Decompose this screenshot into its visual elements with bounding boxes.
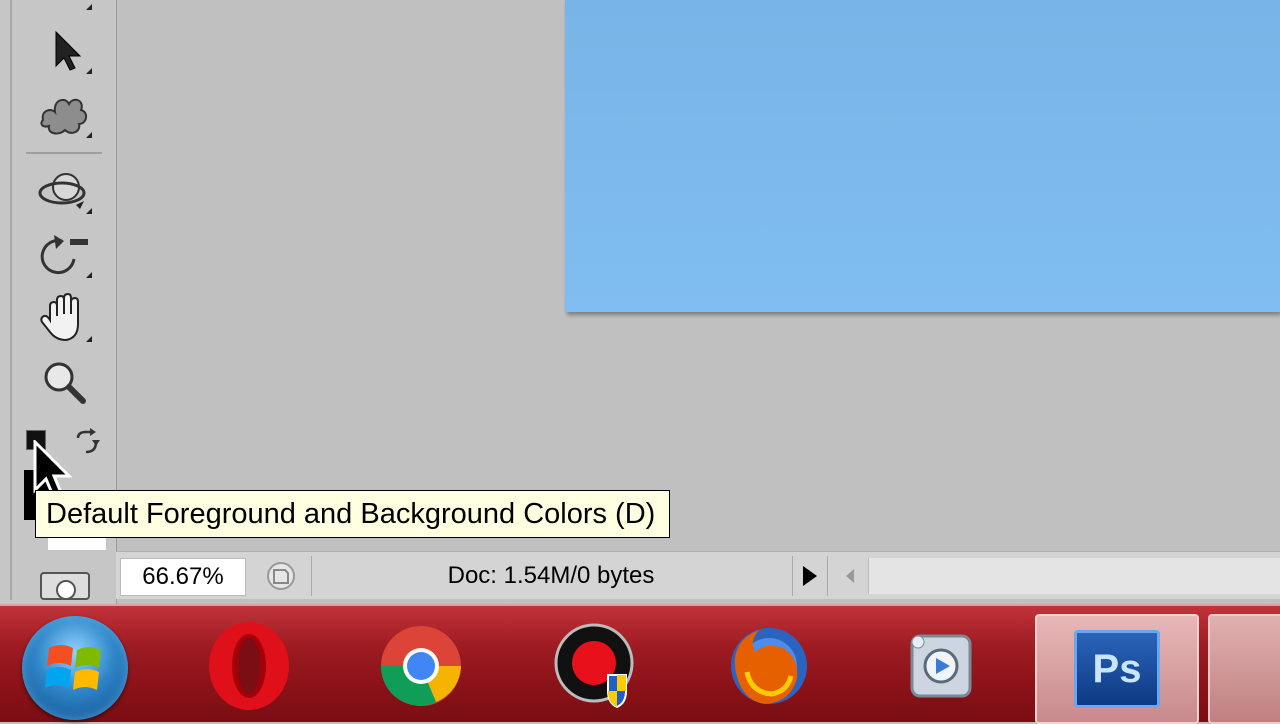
- tool-flyout-indicator: [86, 272, 92, 278]
- opera-icon: [209, 622, 289, 710]
- 3d-rotate-icon: [40, 98, 87, 135]
- tool-separator: [26, 152, 102, 154]
- tool-flyout-indicator: [86, 68, 92, 74]
- taskbar-next-app[interactable]: [1208, 614, 1280, 724]
- arrow-icon: [55, 30, 82, 71]
- status-menu-button[interactable]: [792, 556, 828, 596]
- taskbar-opera[interactable]: [194, 614, 304, 718]
- photoshop-icon: Ps: [1074, 630, 1160, 708]
- taskbar-firefox[interactable]: [714, 614, 824, 718]
- swap-colors-icon[interactable]: [72, 428, 102, 458]
- orbit-icon: [38, 173, 86, 209]
- tool-partial-corner: [86, 4, 92, 10]
- 3d-orbit-tool[interactable]: [36, 162, 92, 218]
- zoom-level-field[interactable]: 66.67%: [120, 558, 246, 596]
- status-divider: [311, 556, 312, 596]
- media-tool-icon: [910, 634, 972, 698]
- hand-tool[interactable]: [36, 290, 92, 346]
- quick-mask-circle: [56, 580, 76, 600]
- proof-icon: [267, 562, 295, 590]
- tool-flyout-indicator: [86, 132, 92, 138]
- windows-logo-icon: [45, 645, 101, 690]
- magnifier-icon: [44, 362, 86, 404]
- quick-mask-button[interactable]: [40, 572, 90, 600]
- taskbar-media-tool[interactable]: [886, 614, 996, 718]
- firefox-icon: [731, 628, 807, 704]
- record-icon: [554, 623, 634, 709]
- scroll-left-button[interactable]: [840, 562, 860, 590]
- horizontal-scrollbar[interactable]: [868, 558, 1280, 594]
- rotate-view-icon: [40, 235, 88, 275]
- proof-setup-button[interactable]: [264, 560, 298, 592]
- document-info: Doc: 1.54M/0 bytes: [447, 561, 655, 589]
- panel-edge: [10, 0, 12, 600]
- taskbar-recorder[interactable]: [540, 614, 650, 718]
- document-canvas[interactable]: [565, 0, 1280, 312]
- taskbar-photoshop[interactable]: Ps: [1035, 614, 1199, 724]
- tool-flyout-indicator: [86, 208, 92, 214]
- play-arrow-icon: [803, 566, 817, 586]
- hand-icon: [40, 292, 79, 342]
- move-tool[interactable]: [36, 22, 92, 78]
- taskbar-chrome[interactable]: [366, 614, 476, 718]
- rotate-view-tool[interactable]: [36, 226, 92, 282]
- status-bar: 66.67% Doc: 1.54M/0 bytes: [116, 551, 1280, 599]
- taskbar: Ps: [0, 604, 1280, 724]
- zoom-tool[interactable]: [36, 354, 92, 410]
- tool-flyout-indicator: [86, 336, 92, 342]
- chrome-icon: [380, 626, 461, 706]
- 3d-object-tool[interactable]: [36, 86, 92, 142]
- tooltip: Default Foreground and Background Colors…: [35, 490, 671, 538]
- start-button[interactable]: [22, 616, 128, 720]
- scroll-left-icon: [846, 569, 854, 583]
